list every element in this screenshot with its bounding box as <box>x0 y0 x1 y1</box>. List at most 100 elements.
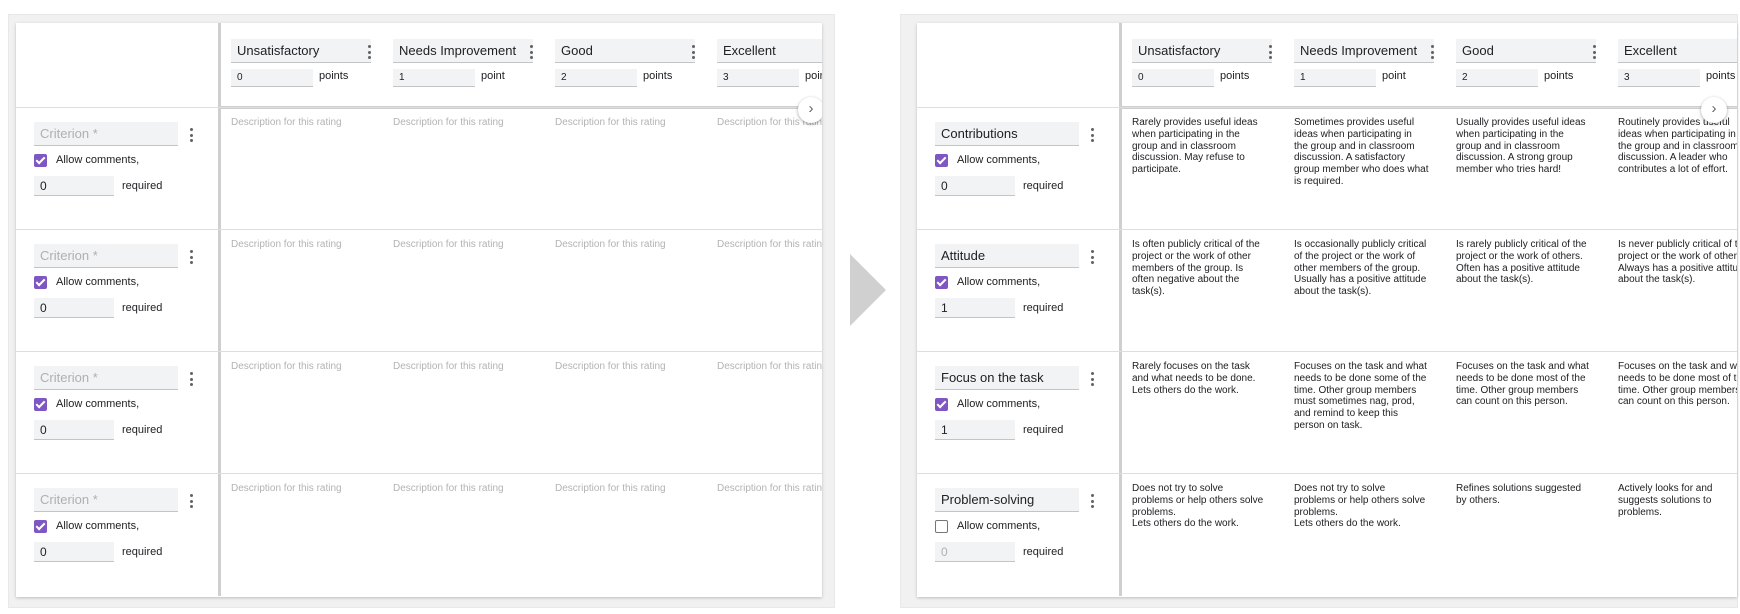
points-input[interactable]: 3 <box>717 69 799 87</box>
rating-description[interactable]: Description for this rating <box>717 483 822 495</box>
points-input[interactable]: 3 <box>1618 69 1700 87</box>
more-vert-icon[interactable] <box>1086 126 1098 144</box>
rating-description[interactable]: Rarely focuses on the task and what need… <box>1132 361 1268 396</box>
allow-comments-checkbox[interactable] <box>935 520 948 533</box>
points-input[interactable]: 1 <box>393 69 475 87</box>
allow-comments-checkbox[interactable] <box>935 154 948 167</box>
points-unit: points <box>805 70 822 82</box>
rating-description[interactable]: Refines solutions suggested by others. <box>1456 483 1592 507</box>
rubric-empty-panel: Unsatisfactory 0 points Needs Improvemen… <box>8 14 835 608</box>
required-label: required <box>1023 546 1064 558</box>
required-count-input[interactable]: 1 <box>935 298 1015 318</box>
level-title-input[interactable]: Needs Improvement <box>393 39 533 63</box>
rating-description[interactable]: Description for this rating <box>393 117 529 129</box>
allow-comments-checkbox[interactable] <box>34 276 47 289</box>
criterion-name-input[interactable]: Criterion * <box>34 244 178 268</box>
more-vert-icon[interactable] <box>1086 248 1098 266</box>
criterion-name-input[interactable]: Focus on the task <box>935 366 1079 390</box>
level-title-input[interactable]: Good <box>555 39 695 63</box>
allow-comments-label: Allow comments, <box>56 398 140 410</box>
level-title-input[interactable]: Unsatisfactory <box>231 39 371 63</box>
rating-description[interactable]: Description for this rating <box>393 239 529 251</box>
rating-description[interactable]: Description for this rating <box>393 361 529 373</box>
criterion-name-input[interactable]: Criterion * <box>34 488 178 512</box>
rating-description[interactable]: Is occasionally publicly critical of the… <box>1294 239 1430 298</box>
allow-comments-checkbox[interactable] <box>935 276 948 289</box>
more-vert-icon[interactable] <box>1426 43 1438 61</box>
criterion-cell: Criterion * Allow comments, 0 required <box>16 108 221 230</box>
allow-comments-checkbox[interactable] <box>34 398 47 411</box>
rating-description[interactable]: Is never publicly critical of the projec… <box>1618 239 1737 286</box>
more-vert-icon[interactable] <box>687 43 699 61</box>
rating-description[interactable]: Actively looks for and suggests solution… <box>1618 483 1737 518</box>
rating-description[interactable]: Usually provides useful ideas when parti… <box>1456 117 1592 176</box>
rating-description[interactable]: Description for this rating <box>231 239 367 251</box>
level-title-input[interactable]: Excellent <box>1618 39 1737 63</box>
required-count-input[interactable]: 0 <box>34 176 114 196</box>
rating-description[interactable]: Description for this rating <box>393 483 529 495</box>
more-vert-icon[interactable] <box>1264 43 1276 61</box>
more-vert-icon[interactable] <box>1086 370 1098 388</box>
rating-description[interactable]: Rarely provides useful ideas when partic… <box>1132 117 1268 176</box>
required-count-input[interactable]: 1 <box>935 420 1015 440</box>
more-vert-icon[interactable] <box>185 126 197 144</box>
rating-description[interactable]: Sometimes provides useful ideas when par… <box>1294 117 1430 188</box>
more-vert-icon[interactable] <box>185 370 197 388</box>
required-label: required <box>1023 180 1064 192</box>
rating-description[interactable]: Focuses on the task and what needs to be… <box>1294 361 1430 432</box>
rating-description[interactable]: Description for this rating <box>555 117 691 129</box>
criterion-name-input[interactable]: Criterion * <box>34 366 178 390</box>
required-count-input[interactable]: 0 <box>34 298 114 318</box>
rating-description[interactable]: Does not try to solve problems or help o… <box>1294 483 1430 530</box>
points-input[interactable]: 0 <box>1132 69 1214 87</box>
points-input[interactable]: 1 <box>1294 69 1376 87</box>
points-unit: points <box>1544 70 1574 82</box>
allow-comments-checkbox[interactable] <box>34 520 47 533</box>
required-count-input[interactable]: 0 <box>34 542 114 562</box>
criterion-name-input[interactable]: Contributions <box>935 122 1079 146</box>
points-unit: point <box>1382 70 1406 82</box>
rating-description[interactable]: Description for this rating <box>231 483 367 495</box>
criterion-name-input[interactable]: Problem-solving <box>935 488 1079 512</box>
rating-description[interactable]: Description for this rating <box>231 117 367 129</box>
criterion-row: Criterion * Allow comments, 0 required D… <box>16 473 822 596</box>
more-vert-icon[interactable] <box>1086 492 1098 510</box>
criterion-name-input[interactable]: Criterion * <box>34 122 178 146</box>
rating-description[interactable]: Description for this rating <box>555 239 691 251</box>
criterion-name-input[interactable]: Attitude <box>935 244 1079 268</box>
required-count-input[interactable]: 0 <box>935 542 1015 562</box>
points-input[interactable]: 0 <box>231 69 313 87</box>
rating-description[interactable]: Routinely provides useful ideas when par… <box>1618 117 1737 176</box>
rating-description[interactable]: Focuses on the task and what needs to be… <box>1456 361 1592 408</box>
criterion-cell: Focus on the task Allow comments, 1 requ… <box>917 352 1122 474</box>
criterion-cell: Contributions Allow comments, 0 required <box>917 108 1122 230</box>
more-vert-icon[interactable] <box>185 248 197 266</box>
points-input[interactable]: 2 <box>555 69 637 87</box>
required-count-input[interactable]: 0 <box>34 420 114 440</box>
points-input[interactable]: 2 <box>1456 69 1538 87</box>
required-count-input[interactable]: 0 <box>935 176 1015 196</box>
more-vert-icon[interactable] <box>1588 43 1600 61</box>
allow-comments-checkbox[interactable] <box>935 398 948 411</box>
points-unit: points <box>319 70 349 82</box>
more-vert-icon[interactable] <box>363 43 375 61</box>
rating-description[interactable]: Is rarely publicly critical of the proje… <box>1456 239 1592 286</box>
rating-description[interactable]: Is often publicly critical of the projec… <box>1132 239 1268 298</box>
rating-description[interactable]: Description for this rating <box>717 361 822 373</box>
rating-description[interactable]: Does not try to solve problems or help o… <box>1132 483 1268 530</box>
level-title-input[interactable]: Unsatisfactory <box>1132 39 1272 63</box>
more-vert-icon[interactable] <box>185 492 197 510</box>
level-title-input[interactable]: Good <box>1456 39 1596 63</box>
level-title-input[interactable]: Needs Improvement <box>1294 39 1434 63</box>
scroll-next-button[interactable]: › <box>1701 97 1727 123</box>
rating-description[interactable]: Description for this rating <box>555 361 691 373</box>
rating-description[interactable]: Focuses on the task and what needs to be… <box>1618 361 1737 408</box>
rating-description[interactable]: Description for this rating <box>717 239 822 251</box>
scroll-next-button[interactable]: › <box>798 97 822 123</box>
more-vert-icon[interactable] <box>525 43 537 61</box>
rating-description[interactable]: Description for this rating <box>231 361 367 373</box>
rating-description[interactable]: Description for this rating <box>555 483 691 495</box>
level-header: Good 2 points <box>1446 23 1596 107</box>
allow-comments-checkbox[interactable] <box>34 154 47 167</box>
level-title-input[interactable]: Excellent <box>717 39 822 63</box>
